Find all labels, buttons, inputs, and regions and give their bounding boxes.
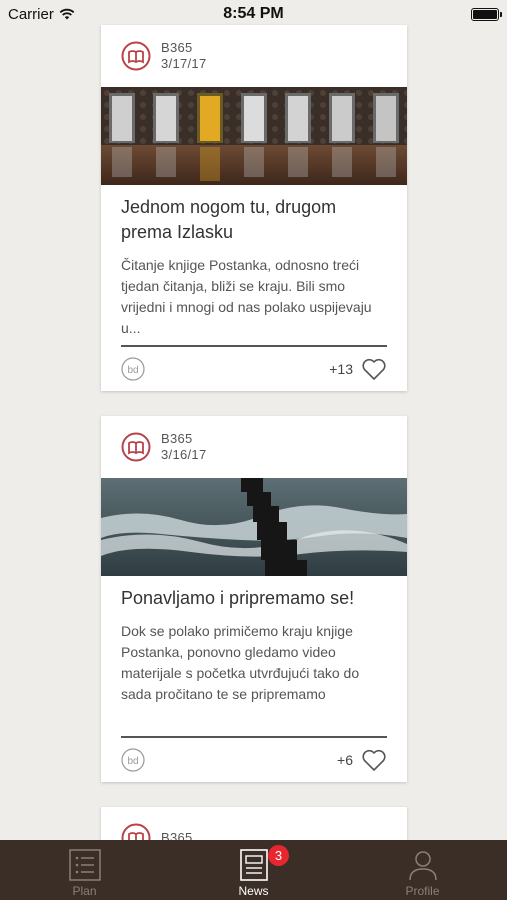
news-card[interactable]: B365 3/17/17 Jednom nogom tu, drugom pre… xyxy=(101,25,407,391)
tab-label: Profile xyxy=(405,884,440,898)
post-excerpt: Dok se polako primičemo kraju knjige Pos… xyxy=(121,623,360,702)
post-date: 3/17/17 xyxy=(161,56,207,71)
news-icon xyxy=(239,849,268,881)
svg-text:bd: bd xyxy=(127,756,138,767)
tab-news[interactable]: 3 News xyxy=(169,840,338,900)
likes-count: +6 xyxy=(337,752,353,768)
b365-logo-icon xyxy=(121,823,151,840)
tab-label: Plan xyxy=(72,884,97,898)
heart-icon[interactable] xyxy=(361,357,387,381)
card-header: B365 3/16/17 xyxy=(101,416,407,478)
post-author: B365 xyxy=(161,431,193,446)
doors-image[interactable] xyxy=(101,87,407,185)
tab-label: News xyxy=(238,884,269,898)
post-excerpt: Čitanje knjige Postanka, odnosno treći t… xyxy=(121,257,372,336)
b365-logo-icon xyxy=(121,41,151,71)
post-author: B365 xyxy=(161,830,193,840)
post-title[interactable]: Jednom nogom tu, drugom prema Izlasku xyxy=(121,195,387,245)
likes-count: +13 xyxy=(329,361,353,377)
card-footer: bd +6 xyxy=(121,736,387,782)
post-author: B365 xyxy=(161,40,193,55)
bd-icon[interactable]: bd xyxy=(121,357,145,381)
card-header: B365 3/17/17 xyxy=(101,25,407,87)
news-card[interactable]: B365 xyxy=(101,807,407,840)
news-feed[interactable]: B365 3/17/17 Jednom nogom tu, drugom pre… xyxy=(0,0,507,840)
bd-icon[interactable]: bd xyxy=(121,748,145,772)
post-title[interactable]: Ponavljamo i pripremamo se! xyxy=(121,586,387,611)
svg-text:bd: bd xyxy=(127,365,138,376)
notification-badge: 3 xyxy=(268,845,289,866)
tab-profile[interactable]: Profile xyxy=(338,840,507,900)
card-header: B365 xyxy=(101,807,407,840)
news-card[interactable]: B365 3/16/17 Ponavljamo i pripremamo se!… xyxy=(101,416,407,782)
card-footer: bd +13 xyxy=(121,345,387,391)
post-date: 3/16/17 xyxy=(161,447,207,462)
sea-waves-image[interactable] xyxy=(101,478,407,576)
b365-logo-icon xyxy=(121,432,151,462)
tab-bar: Plan 3 News Profile xyxy=(0,840,507,900)
tab-plan[interactable]: Plan xyxy=(0,840,169,900)
heart-icon[interactable] xyxy=(361,748,387,772)
profile-icon xyxy=(408,851,437,881)
list-icon xyxy=(68,849,101,881)
